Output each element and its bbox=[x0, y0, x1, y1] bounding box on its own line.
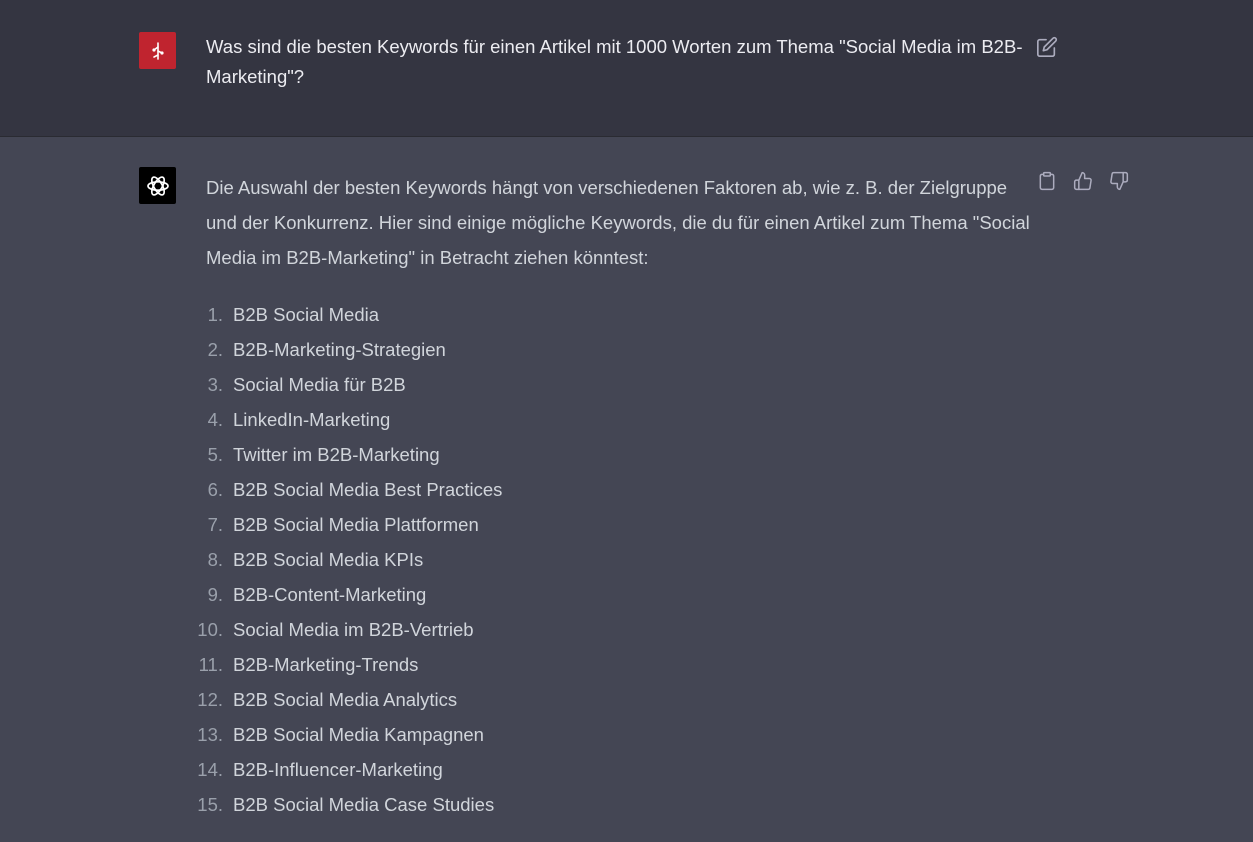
list-item: 2. B2B-Marketing-Strategien bbox=[185, 332, 502, 367]
list-item-text: B2B Social Media Case Studies bbox=[233, 794, 495, 815]
list-item-number: 12. bbox=[197, 689, 223, 710]
list-item-number: 14. bbox=[197, 759, 223, 780]
list-item: 14. B2B-Influencer-Marketing bbox=[185, 752, 502, 787]
openai-logo-icon bbox=[146, 175, 169, 196]
list-item-number: 13. bbox=[197, 724, 223, 745]
thumbs-down-button[interactable] bbox=[1108, 170, 1130, 192]
list-item-text: LinkedIn-Marketing bbox=[233, 409, 391, 430]
list-item-text: B2B Social Media Kampagnen bbox=[233, 724, 484, 745]
assistant-message-row: Die Auswahl der besten Keywords hängt vo… bbox=[0, 137, 1253, 842]
user-avatar-icon bbox=[151, 41, 164, 60]
list-item: 4. LinkedIn-Marketing bbox=[185, 402, 502, 437]
list-item-number: 9. bbox=[207, 584, 223, 605]
list-item-number: 5. bbox=[207, 444, 223, 465]
message-actions bbox=[1036, 170, 1130, 192]
user-avatar bbox=[139, 32, 176, 69]
list-item: 13. B2B Social Media Kampagnen bbox=[185, 717, 502, 752]
list-item-number: 8. bbox=[207, 549, 223, 570]
user-message-text: Was sind die besten Keywords für einen A… bbox=[206, 36, 1023, 87]
list-item: 5. Twitter im B2B-Marketing bbox=[185, 437, 502, 472]
list-item-text: B2B-Marketing-Trends bbox=[233, 654, 419, 675]
list-item-text: B2B Social Media bbox=[233, 304, 380, 325]
list-item: 6. B2B Social Media Best Practices bbox=[185, 472, 503, 507]
list-item: 3. Social Media für B2B bbox=[185, 367, 502, 402]
thumbs-up-button[interactable] bbox=[1072, 170, 1094, 192]
thumbs-up-icon bbox=[1073, 171, 1092, 191]
list-item: 10. Social Media im B2B-Vertrieb bbox=[185, 612, 502, 647]
list-item-number: 1. bbox=[207, 304, 223, 325]
edit-button[interactable] bbox=[1036, 36, 1058, 58]
list-item-text: B2B Social Media Plattformen bbox=[233, 514, 479, 535]
copy-button[interactable] bbox=[1036, 170, 1058, 192]
thumbs-down-icon bbox=[1110, 171, 1129, 191]
list-item-text: B2B Social Media Best Practices bbox=[233, 479, 503, 500]
list-item-text: Social Media im B2B-Vertrieb bbox=[233, 619, 474, 640]
list-item-number: 3. bbox=[207, 374, 223, 395]
user-message-row: Was sind die besten Keywords für einen A… bbox=[0, 0, 1253, 137]
list-item: 9. B2B-Content-Marketing bbox=[185, 577, 502, 612]
list-item: 12. B2B Social Media Analytics bbox=[185, 682, 502, 717]
list-item-text: B2B-Influencer-Marketing bbox=[233, 759, 443, 780]
list-item: 15. B2B Social Media Case Studies bbox=[185, 787, 502, 822]
list-item-number: 15. bbox=[197, 794, 223, 815]
list-item: 7. B2B Social Media Plattformen bbox=[185, 507, 502, 542]
edit-icon bbox=[1037, 36, 1058, 57]
list-item-text: B2B Social Media Analytics bbox=[233, 689, 458, 710]
keyword-list: 1. B2B Social Media 2. B2B-Marketing-Strate… bbox=[185, 297, 502, 822]
clipboard-icon bbox=[1039, 171, 1055, 191]
list-item-text: Twitter im B2B-Marketing bbox=[233, 444, 440, 465]
list-item-number: 10. bbox=[197, 619, 223, 640]
list-item-number: 4. bbox=[207, 409, 223, 430]
list-item: 1. B2B Social Media bbox=[185, 297, 502, 332]
list-item-text: B2B-Marketing-Strategien bbox=[233, 339, 446, 360]
list-item-text: B2B Social Media KPIs bbox=[233, 549, 424, 570]
list-item-number: 11. bbox=[198, 654, 223, 675]
list-item-number: 6. bbox=[207, 479, 223, 500]
list-item-number: 2. bbox=[207, 339, 223, 360]
list-item-number: 7. bbox=[207, 514, 223, 535]
assistant-intro-text: Die Auswahl der besten Keywords hängt vo… bbox=[206, 177, 1030, 268]
list-item: 8. B2B Social Media KPIs bbox=[185, 542, 502, 577]
list-item: 11. B2B-Marketing-Trends bbox=[185, 647, 502, 682]
list-item-text: B2B-Content-Marketing bbox=[233, 584, 427, 605]
assistant-avatar bbox=[139, 167, 176, 204]
list-item-text: Social Media für B2B bbox=[233, 374, 406, 395]
